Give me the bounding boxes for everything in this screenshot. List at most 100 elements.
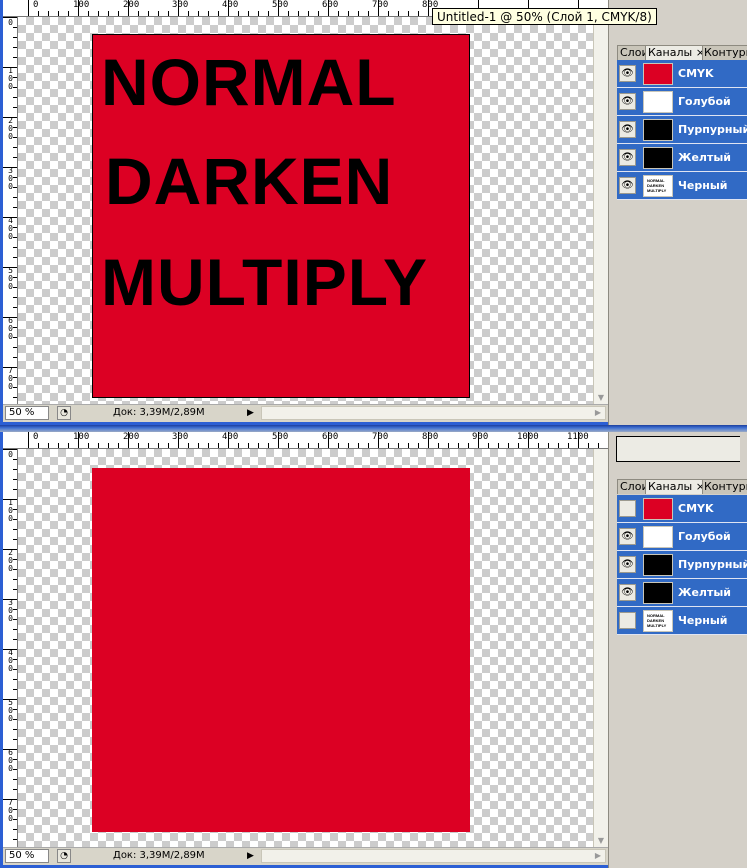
close-icon[interactable]: × [696, 480, 702, 493]
tab-paths[interactable]: Контуры [701, 45, 747, 60]
ruler-tick-label: 0 [33, 432, 39, 442]
document-title-tooltip: Untitled-1 @ 50% (Слой 1, CMYK/8) [432, 8, 657, 25]
tab-channels[interactable]: Каналы × [645, 479, 703, 494]
close-icon[interactable]: × [696, 46, 702, 59]
channel-thumbnail [643, 582, 673, 604]
channel-thumbnail: NORMAL DARKEN MULTIPLY [643, 610, 673, 632]
scroll-down-icon[interactable]: ▼ [594, 391, 608, 405]
ruler-tick-label: 100 [8, 498, 13, 523]
horizontal-scrollbar[interactable]: ▶ [261, 406, 606, 420]
doc-size-label: Док: 3,39M/2,89M [113, 407, 205, 418]
channel-row[interactable]: CMYK [617, 495, 747, 523]
canvas-area[interactable] [18, 449, 594, 848]
ruler-tick-label: 600 [8, 748, 13, 773]
ruler-tick-label: 700 [372, 0, 389, 10]
navigator-icon[interactable]: ◔ [57, 849, 71, 863]
channel-row[interactable]: 👁 Пурпурный [617, 116, 747, 144]
channel-row[interactable]: 👁 CMYK [617, 60, 747, 88]
ruler-tick-label: 300 [172, 432, 189, 442]
ruler-tick-label: 400 [222, 432, 239, 442]
visibility-toggle-empty[interactable] [619, 500, 636, 517]
document-image[interactable] [92, 468, 470, 832]
channels-panel: Слои Каналы × Контуры CMYK 👁 Голубой 👁 П… [608, 432, 747, 868]
ruler-tick-label: 100 [8, 66, 13, 91]
visibility-eye-icon[interactable]: 👁 [619, 93, 636, 110]
visibility-eye-icon[interactable]: 👁 [619, 121, 636, 138]
status-menu-arrow-icon[interactable]: ▶ [247, 407, 254, 419]
visibility-eye-icon[interactable]: 👁 [619, 149, 636, 166]
ruler-tick-label: 100 [73, 432, 90, 442]
window-separator [0, 425, 747, 432]
horizontal-ruler[interactable]: 0 100 200 300 400 500 600 700 800 900 10… [3, 432, 608, 449]
channel-row[interactable]: 👁 Голубой [617, 523, 747, 551]
status-bar: 50 % ◔ Док: 3,39M/2,89M ▶ ▶ [3, 847, 608, 865]
channel-name: Черный [678, 614, 728, 627]
ruler-tick-label: 300 [172, 0, 189, 10]
visibility-eye-icon[interactable]: 👁 [619, 584, 636, 601]
channel-row[interactable]: 👁 NORMAL DARKEN MULTIPLY Черный [617, 172, 747, 200]
ruler-tick-label: 0 [8, 450, 13, 459]
ruler-tick-label: 700 [372, 432, 389, 442]
channel-row[interactable]: 👁 Желтый [617, 144, 747, 172]
vertical-ruler[interactable]: 0 100 200 300 400 500 600 700 [3, 17, 18, 405]
visibility-eye-icon[interactable]: 👁 [619, 177, 636, 194]
ruler-tick-label: 0 [8, 18, 13, 27]
tab-channels[interactable]: Каналы × [645, 45, 703, 60]
channel-thumbnail [643, 147, 673, 169]
panel-empty-area [616, 436, 740, 462]
ruler-tick-label: 200 [123, 432, 140, 442]
horizontal-scrollbar[interactable]: ▶ [261, 849, 606, 863]
channel-thumbnail: NORMAL DARKEN MULTIPLY [643, 175, 673, 197]
scroll-right-icon[interactable]: ▶ [591, 850, 605, 862]
tab-channels-label: Каналы [648, 480, 693, 493]
channel-thumbnail [643, 554, 673, 576]
doc-text-line: DARKEN [105, 144, 394, 218]
channel-name: CMYK [678, 67, 714, 80]
visibility-toggle-empty[interactable] [619, 612, 636, 629]
vertical-scrollbar[interactable]: ▼ [593, 17, 608, 405]
doc-text-line: NORMAL [101, 45, 397, 119]
status-menu-arrow-icon[interactable]: ▶ [247, 850, 254, 862]
visibility-eye-icon[interactable]: 👁 [619, 556, 636, 573]
ruler-tick-label: 900 [472, 432, 489, 442]
tab-paths[interactable]: Контуры [701, 479, 747, 494]
scroll-down-icon[interactable]: ▼ [594, 834, 608, 848]
ruler-tick-label: 400 [8, 648, 13, 673]
ruler-tick-label: 200 [8, 548, 13, 573]
vertical-scrollbar[interactable]: ▼ [593, 449, 608, 848]
ruler-tick-label: 600 [8, 316, 13, 341]
ruler-tick-label: 500 [8, 266, 13, 291]
ruler-tick-label: 1000 [517, 432, 539, 442]
channel-name: Желтый [678, 586, 732, 599]
visibility-eye-icon[interactable]: 👁 [619, 528, 636, 545]
channels-panel: Слои Каналы × Контуры 👁 CMYK 👁 Голубой 👁… [608, 0, 747, 425]
navigator-icon[interactable]: ◔ [57, 406, 71, 420]
channel-row[interactable]: 👁 Пурпурный [617, 551, 747, 579]
scroll-right-icon[interactable]: ▶ [591, 407, 605, 419]
ruler-tick-label: 500 [8, 698, 13, 723]
channel-row[interactable]: 👁 Желтый [617, 579, 747, 607]
status-bar: 50 % ◔ Док: 3,39M/2,89M ▶ ▶ [3, 404, 608, 422]
ruler-tick-label: 400 [8, 216, 13, 241]
channel-row[interactable]: 👁 Голубой [617, 88, 747, 116]
channel-row[interactable]: NORMAL DARKEN MULTIPLY Черный [617, 607, 747, 635]
vertical-ruler[interactable]: 0 100 200 300 400 500 600 700 [3, 449, 18, 848]
channel-thumbnail [643, 119, 673, 141]
ruler-tick-label: 1100 [567, 432, 589, 442]
channel-name: Пурпурный [678, 123, 747, 136]
ruler-tick-label: 400 [222, 0, 239, 10]
visibility-eye-icon[interactable]: 👁 [619, 65, 636, 82]
zoom-field[interactable]: 50 % [5, 849, 49, 863]
canvas-area[interactable]: NORMAL DARKEN MULTIPLY [18, 17, 594, 405]
document-window-bottom: 0 100 200 300 400 500 600 700 800 900 10… [0, 432, 747, 868]
ruler-tick-label: 700 [8, 366, 13, 391]
ruler-tick-label: 0 [33, 0, 39, 10]
channel-list: CMYK 👁 Голубой 👁 Пурпурный 👁 Желтый NORM… [617, 495, 747, 635]
channel-thumbnail [643, 63, 673, 85]
zoom-field[interactable]: 50 % [5, 406, 49, 420]
document-image[interactable]: NORMAL DARKEN MULTIPLY [92, 34, 470, 398]
channel-list: 👁 CMYK 👁 Голубой 👁 Пурпурный 👁 Желтый 👁 [617, 60, 747, 200]
channel-thumbnail [643, 526, 673, 548]
ruler-tick-label: 800 [422, 432, 439, 442]
panel-tabs: Слои Каналы × Контуры [617, 479, 747, 494]
